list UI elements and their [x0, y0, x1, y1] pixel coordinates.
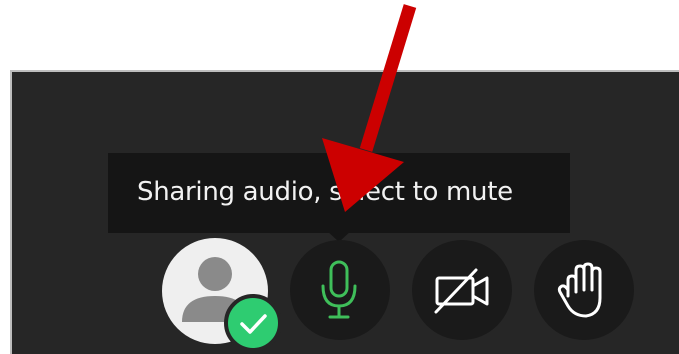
toggle-camera-button[interactable]: [412, 240, 512, 340]
raise-hand-button[interactable]: [534, 240, 634, 340]
raise-hand-icon: [557, 262, 602, 318]
mic-tooltip: Sharing audio, select to mute: [108, 153, 570, 233]
checkmark-icon: [240, 314, 267, 334]
mic-tooltip-text: Sharing audio, select to mute: [137, 177, 513, 207]
connected-status-badge: [224, 294, 282, 352]
screenshot-stage: Sharing audio, select to mute: [0, 0, 679, 354]
microphone-icon: [321, 260, 357, 319]
mute-microphone-button[interactable]: [290, 240, 390, 340]
camera-off-icon: [434, 268, 489, 314]
